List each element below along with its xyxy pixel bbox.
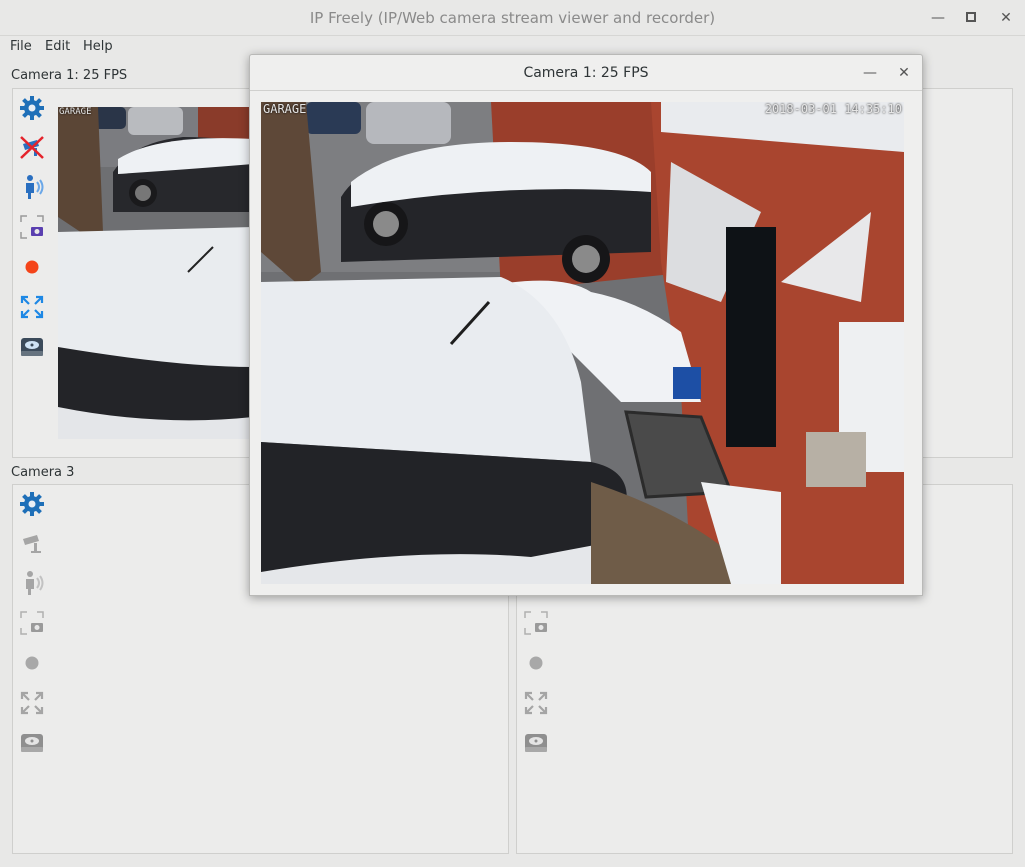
record-dot-icon[interactable] bbox=[18, 649, 46, 677]
popup-overlay-timestamp: 2018-03-01 14:35:10 bbox=[764, 102, 902, 116]
fullscreen-expand-icon[interactable] bbox=[18, 293, 46, 321]
popup-video-stream[interactable]: GARAGE 2018-03-01 14:35:10 bbox=[261, 102, 904, 584]
window-title: IP Freely (IP/Web camera stream viewer a… bbox=[309, 9, 716, 27]
menu-edit[interactable]: Edit bbox=[45, 39, 70, 54]
snapshot-icon[interactable] bbox=[18, 213, 46, 241]
storage-drive-icon[interactable] bbox=[522, 729, 550, 757]
settings-gear-icon[interactable] bbox=[18, 94, 46, 122]
snapshot-icon[interactable] bbox=[18, 609, 46, 637]
main-titlebar: IP Freely (IP/Web camera stream viewer a… bbox=[0, 0, 1025, 36]
maximize-icon[interactable] bbox=[961, 8, 981, 28]
camera-1-label: Camera 1: 25 FPS bbox=[11, 68, 128, 83]
settings-gear-icon[interactable] bbox=[18, 490, 46, 518]
close-icon[interactable]: ✕ bbox=[996, 8, 1016, 28]
minimize-icon[interactable]: — bbox=[860, 63, 880, 83]
storage-drive-icon[interactable] bbox=[18, 333, 46, 361]
snapshot-icon[interactable] bbox=[522, 609, 550, 637]
motion-person-icon[interactable] bbox=[18, 173, 46, 201]
record-dot-icon[interactable] bbox=[18, 253, 46, 281]
camera-1-popup-window[interactable]: Camera 1: 25 FPS — ✕ GARAGE 2018-03-01 1… bbox=[249, 54, 923, 596]
record-dot-icon[interactable] bbox=[522, 649, 550, 677]
minimize-icon[interactable]: — bbox=[928, 8, 948, 28]
fullscreen-expand-icon[interactable] bbox=[18, 689, 46, 717]
fullscreen-expand-icon[interactable] bbox=[522, 689, 550, 717]
motion-person-icon[interactable] bbox=[18, 569, 46, 597]
camera-3-label: Camera 3 bbox=[11, 465, 75, 480]
popup-overlay-label: GARAGE bbox=[263, 102, 307, 116]
menu-help[interactable]: Help bbox=[83, 39, 113, 54]
popup-title: Camera 1: 25 FPS bbox=[523, 65, 649, 81]
menu-file[interactable]: File bbox=[10, 39, 32, 54]
camera-icon[interactable] bbox=[18, 529, 46, 557]
storage-drive-icon[interactable] bbox=[18, 729, 46, 757]
camera-1-video[interactable]: GARAGE bbox=[58, 107, 253, 439]
close-icon[interactable]: ✕ bbox=[894, 63, 914, 83]
camera-disabled-icon[interactable] bbox=[18, 133, 46, 161]
popup-titlebar[interactable]: Camera 1: 25 FPS — ✕ bbox=[250, 55, 922, 91]
camera-1-overlay-label: GARAGE bbox=[59, 107, 92, 117]
